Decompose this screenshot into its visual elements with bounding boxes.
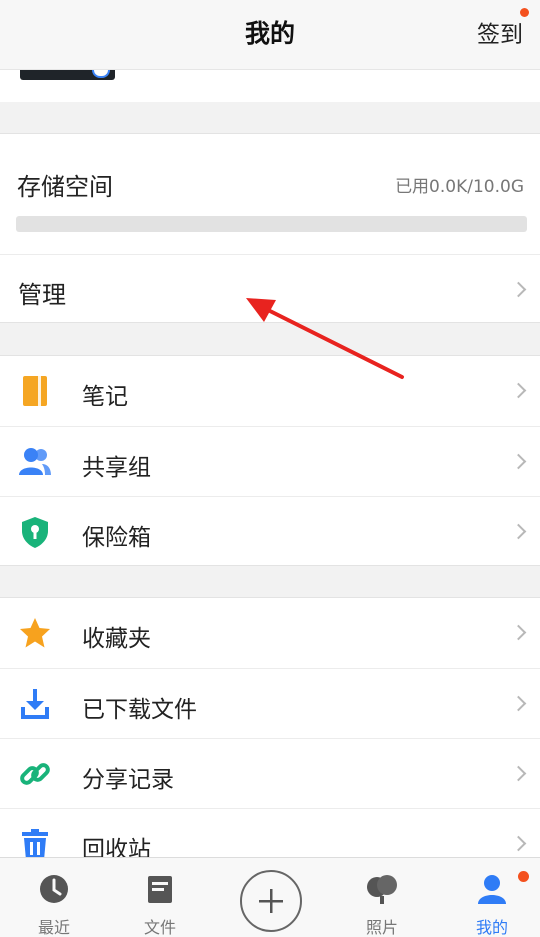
list-item-label: 收藏夹	[82, 626, 151, 652]
link-icon	[20, 763, 50, 785]
storage-progress-bar	[16, 216, 527, 232]
list-item-notes[interactable]: 笔记	[0, 356, 540, 426]
tab-files[interactable]: 文件	[106, 858, 214, 937]
storage-used-text: 已用0.0K/10.0G	[395, 177, 524, 197]
chevron-right-icon	[510, 765, 527, 782]
chevron-right-icon	[510, 624, 527, 641]
list-item-label: 分享记录	[82, 767, 174, 793]
signin-button[interactable]: 签到	[477, 15, 523, 49]
list-item-label: 保险箱	[82, 525, 151, 551]
tab-photos[interactable]: 照片	[328, 858, 436, 937]
top-bar: 我的 签到	[0, 0, 540, 70]
tab-label: 照片	[365, 918, 398, 937]
manage-row[interactable]: 管理	[0, 254, 540, 323]
folder-icon	[148, 876, 172, 903]
tab-label: 我的	[475, 918, 508, 937]
download-icon	[21, 689, 49, 719]
files-group: 收藏夹 已下载文件 分享记录 回收站	[0, 597, 540, 863]
tab-recent[interactable]: 最近	[0, 858, 108, 937]
people-icon	[19, 448, 51, 475]
chevron-right-icon	[510, 523, 527, 540]
tab-mine[interactable]: 我的	[438, 858, 540, 937]
chevron-right-icon	[510, 835, 527, 852]
tab-label: 最近	[37, 918, 70, 937]
notebook-icon	[23, 376, 47, 406]
notification-dot	[518, 871, 529, 882]
list-item-label: 已下载文件	[82, 697, 197, 723]
signin-notification-dot	[520, 8, 529, 17]
chevron-right-icon	[510, 453, 527, 470]
chevron-right-icon	[510, 382, 527, 399]
profile-area	[0, 70, 540, 102]
list-item-label: 笔记	[82, 384, 128, 410]
photos-icon	[367, 875, 397, 904]
user-icon	[478, 875, 506, 904]
list-item-label: 共享组	[82, 455, 151, 481]
storage-label: 存储空间	[17, 173, 113, 201]
chevron-right-icon	[510, 281, 527, 298]
tab-label: 文件	[143, 918, 176, 937]
list-item-share-history[interactable]: 分享记录	[0, 738, 540, 808]
list-item-favorites[interactable]: 收藏夹	[0, 598, 540, 668]
list-item-vault[interactable]: 保险箱	[0, 496, 540, 566]
bottom-tab-bar: 最近 文件 照片 我的	[0, 857, 540, 937]
storage-section: 存储空间 已用0.0K/10.0G 管理	[0, 133, 540, 323]
plus-icon	[259, 889, 283, 913]
add-button[interactable]	[240, 870, 302, 932]
trash-icon	[22, 829, 48, 860]
page-title: 我的	[244, 19, 295, 48]
manage-label: 管理	[18, 281, 66, 309]
star-icon	[20, 618, 50, 648]
list-item-share-group[interactable]: 共享组	[0, 426, 540, 496]
tools-group: 笔记 共享组 保险箱	[0, 355, 540, 566]
clock-icon	[40, 875, 68, 903]
shield-lock-icon	[22, 517, 48, 548]
list-item-downloads[interactable]: 已下载文件	[0, 668, 540, 738]
chevron-right-icon	[510, 695, 527, 712]
